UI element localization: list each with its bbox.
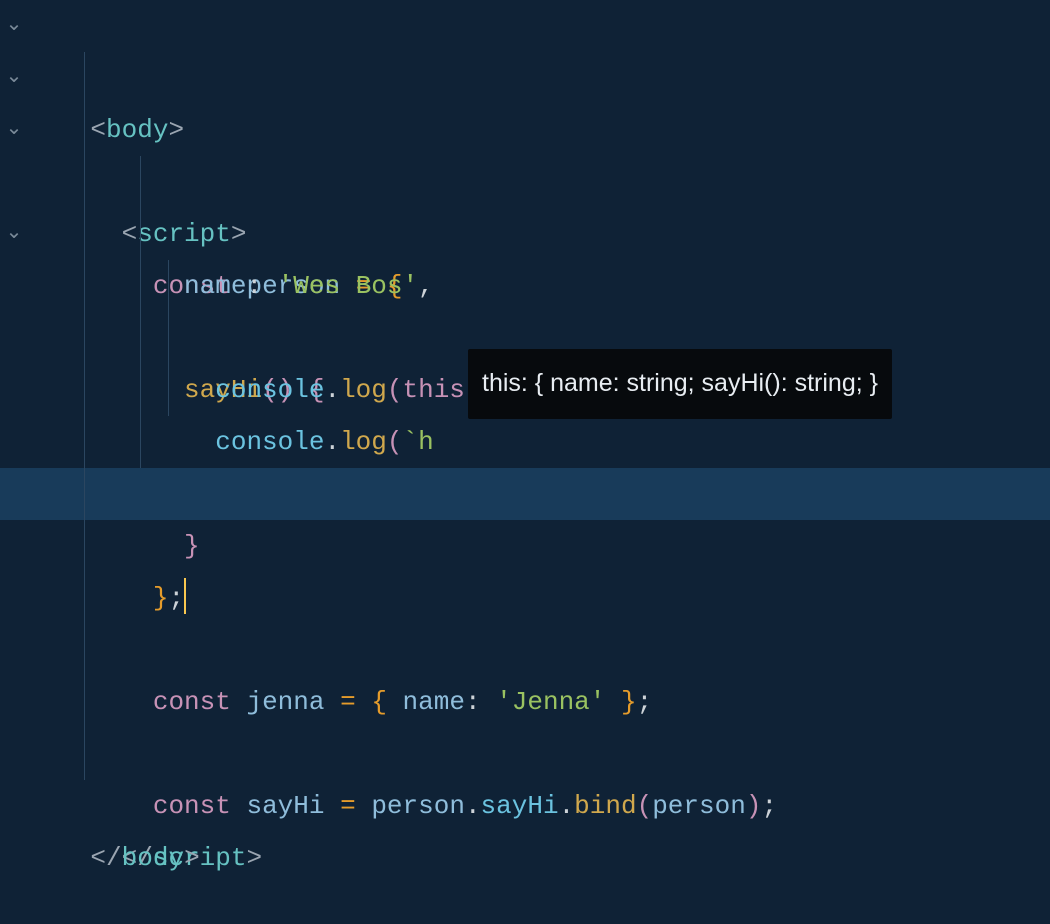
type-hover-tooltip: this: { name: string; sayHi(): string; } xyxy=(468,349,892,419)
code-editor[interactable]: ⌄ <body> ⌄ <script> ⌄ const person = { n… xyxy=(0,0,1050,832)
tag-open-bracket: </ xyxy=(90,843,121,873)
code-line[interactable]: ⌄ <body> xyxy=(0,0,1050,52)
fold-gutter-icon[interactable]: ⌄ xyxy=(0,0,28,52)
tag-close-bracket: > xyxy=(246,843,262,873)
fold-gutter-icon[interactable]: ⌄ xyxy=(0,208,28,260)
code-line[interactable]: ⌄ const person = { xyxy=(0,104,1050,156)
code-line[interactable]: name: 'Wes Bos', xyxy=(0,156,1050,208)
code-line-active[interactable]: }; xyxy=(0,468,1050,520)
code-line[interactable]: } xyxy=(0,416,1050,468)
code-line[interactable]: const sayHi = person.sayHi.bind(person); xyxy=(0,676,1050,728)
code-line[interactable]: </script> xyxy=(0,728,1050,780)
code-line[interactable] xyxy=(0,520,1050,572)
code-line[interactable]: console.log(this); xyxy=(0,260,1050,312)
code-line[interactable]: const jenna = { name: 'Jenna' }; xyxy=(0,572,1050,624)
code-line[interactable]: ⌄ <script> xyxy=(0,52,1050,104)
code-line[interactable]: ⌄ sayHi() { xyxy=(0,208,1050,260)
code-line[interactable]: </body> xyxy=(0,780,1050,832)
fold-gutter-icon[interactable]: ⌄ xyxy=(0,52,28,104)
code-line[interactable] xyxy=(0,624,1050,676)
tag-name: body xyxy=(122,843,184,873)
tag-close-bracket: > xyxy=(184,843,200,873)
fold-gutter-icon[interactable]: ⌄ xyxy=(0,104,28,156)
